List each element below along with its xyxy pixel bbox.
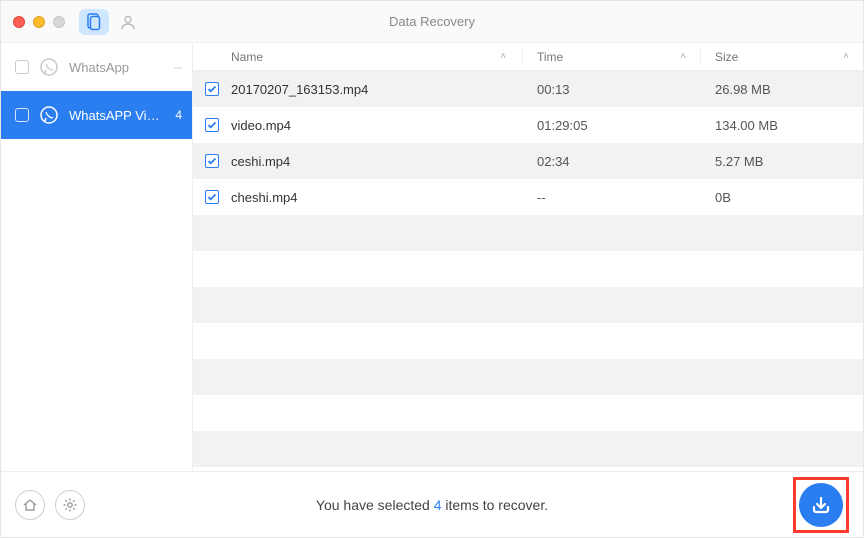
contacts-mode-button[interactable] [113,9,143,35]
sidebar-checkbox[interactable] [15,60,29,74]
empty-row [193,395,863,431]
window: Data Recovery WhatsApp -- [0,0,864,538]
sidebar-item-label: WhatsAPP Videos [69,108,165,123]
column-label: Size [715,50,738,64]
empty-row [193,323,863,359]
row-time: 02:34 [523,154,701,169]
table-row[interactable]: 20170207_163153.mp4 00:13 26.98 MB [193,71,863,107]
sidebar-item-whatsapp-videos[interactable]: WhatsAPP Videos 4 [1,91,192,139]
header-size-column[interactable]: Size ˄ [701,50,863,64]
table-body: 20170207_163153.mp4 00:13 26.98 MB video… [193,71,863,471]
column-label: Name [231,50,263,64]
column-label: Time [537,50,563,64]
row-time: -- [523,190,701,205]
table-row[interactable]: video.mp4 01:29:05 134.00 MB [193,107,863,143]
titlebar: Data Recovery [1,1,863,43]
chevron-up-icon: ˄ [680,51,686,62]
empty-row [193,251,863,287]
chevron-up-icon: ˄ [843,51,849,62]
home-button[interactable] [15,490,45,520]
row-size: 5.27 MB [701,154,863,169]
row-checkbox[interactable] [205,154,219,168]
sidebar-item-whatsapp[interactable]: WhatsApp -- [1,43,192,91]
toolbar-mode-icons [79,9,143,35]
recover-highlight [793,477,849,533]
row-checkbox[interactable] [205,82,219,96]
status-suffix: items to recover. [442,497,549,513]
zoom-window-button[interactable] [53,16,65,28]
download-icon [809,493,833,517]
check-icon [207,120,217,130]
contacts-icon [119,13,137,31]
footer-left [15,490,85,520]
sidebar-item-badge: -- [174,60,182,74]
sidebar-item-badge: 4 [175,108,182,122]
row-checkbox[interactable] [205,190,219,204]
empty-row [193,215,863,251]
row-time: 00:13 [523,82,701,97]
table-row[interactable]: ceshi.mp4 02:34 5.27 MB [193,143,863,179]
settings-button[interactable] [55,490,85,520]
footer: You have selected 4 items to recover. [1,471,863,537]
table-header: Name ˄ Time ˄ Size ˄ [193,43,863,71]
chevron-up-icon: ˄ [500,51,506,62]
traffic-lights [1,16,65,28]
document-mode-button[interactable] [79,9,109,35]
recover-button[interactable] [799,483,843,527]
row-name: cheshi.mp4 [231,190,523,205]
whatsapp-icon [39,57,59,77]
empty-row [193,431,863,467]
check-icon [207,156,217,166]
minimize-window-button[interactable] [33,16,45,28]
document-icon [86,13,102,31]
home-icon [22,497,38,513]
check-icon [207,84,217,94]
body: WhatsApp -- WhatsAPP Videos 4 Name [1,43,863,471]
empty-row [193,287,863,323]
table-row[interactable]: cheshi.mp4 -- 0B [193,179,863,215]
row-checkbox[interactable] [205,118,219,132]
row-time: 01:29:05 [523,118,701,133]
header-name-column[interactable]: Name ˄ [231,50,523,64]
header-time-column[interactable]: Time ˄ [523,50,701,64]
row-size: 26.98 MB [701,82,863,97]
row-name: video.mp4 [231,118,523,133]
row-size: 0B [701,190,863,205]
sidebar-item-label: WhatsApp [69,60,164,75]
whatsapp-icon [39,105,59,125]
sidebar-checkbox[interactable] [15,108,29,122]
close-window-button[interactable] [13,16,25,28]
row-name: 20170207_163153.mp4 [231,82,523,97]
row-size: 134.00 MB [701,118,863,133]
sidebar: WhatsApp -- WhatsAPP Videos 4 [1,43,193,471]
check-icon [207,192,217,202]
status-prefix: You have selected [316,497,434,513]
empty-row [193,359,863,395]
gear-icon [62,497,78,513]
selected-count: 4 [434,497,442,513]
selection-status: You have selected 4 items to recover. [1,497,863,513]
row-name: ceshi.mp4 [231,154,523,169]
main: Name ˄ Time ˄ Size ˄ [193,43,863,471]
